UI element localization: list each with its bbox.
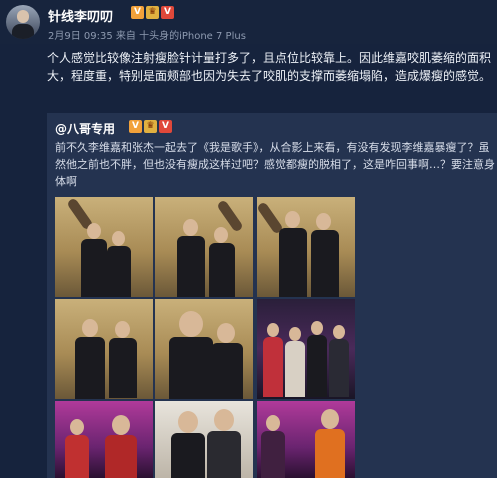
repost-text: 前不久李维嘉和张杰一起去了《我是歌手》，从合影上来看，有没有发现李维嘉暴瘦了？虽…: [55, 141, 495, 188]
user-badges: V ♛ V: [131, 6, 174, 19]
photo-2[interactable]: [155, 197, 253, 297]
crown-badge-icon: ♛: [146, 6, 159, 19]
photo-5[interactable]: [155, 299, 253, 399]
post-text: 个人感觉比较像注射瘦脸针计量打多了，且点位比较靠上。因此维嘉咬肌萎缩的面积大，程…: [47, 51, 492, 83]
avatar[interactable]: [6, 5, 40, 39]
repost-username[interactable]: @八哥专用: [55, 120, 115, 137]
verified-badge-icon: V: [131, 6, 144, 19]
verified-badge-icon: V: [129, 120, 142, 133]
photo-4[interactable]: [55, 299, 153, 399]
photo-1[interactable]: [55, 197, 153, 297]
photo-3[interactable]: [257, 197, 355, 297]
username[interactable]: 针线李叨叨: [48, 6, 113, 25]
vip-badge-icon: V: [161, 6, 174, 19]
repost-badges: V ♛ V: [129, 120, 172, 133]
photo-9[interactable]: [257, 401, 355, 478]
post-header: 针线李叨叨 V ♛ V 2月9日 09:35 来自 十头身的iPhone 7 P…: [0, 0, 497, 44]
repost-card[interactable]: @八哥专用 V ♛ V 前不久李维嘉和张杰一起去了《我是歌手》，从合影上来看，有…: [47, 113, 497, 478]
crown-badge-icon: ♛: [144, 120, 157, 133]
photo-8[interactable]: [155, 401, 253, 478]
photo-6[interactable]: [257, 299, 355, 399]
photo-7[interactable]: [55, 401, 153, 478]
avatar-head: [17, 10, 29, 23]
avatar-body: [12, 24, 34, 39]
vip-badge-icon: V: [159, 120, 172, 133]
post-meta: 2月9日 09:35 来自 十头身的iPhone 7 Plus: [48, 31, 246, 42]
